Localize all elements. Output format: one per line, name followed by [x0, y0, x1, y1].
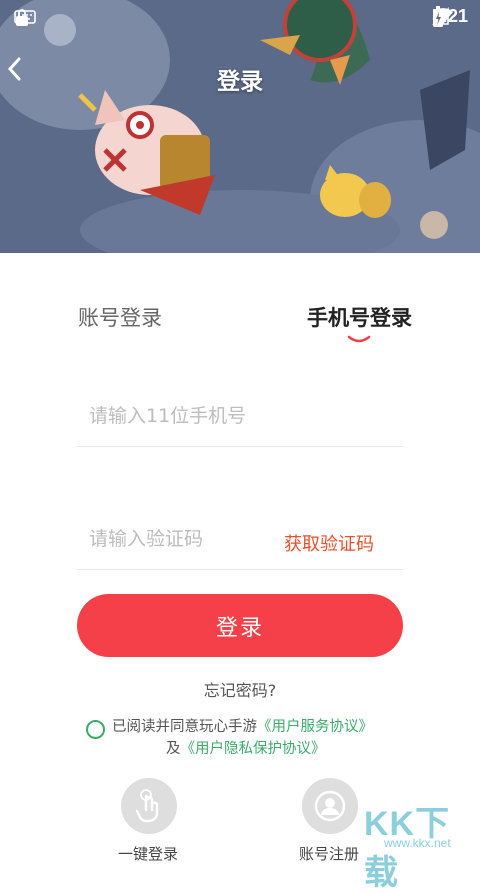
privacy-agreement-link[interactable]: 《用户隐私保护协议》	[181, 741, 326, 757]
tap-hand-icon	[135, 789, 159, 823]
user-icon	[314, 790, 346, 822]
code-field: 获取验证码	[77, 519, 403, 570]
active-tab-indicator	[347, 335, 371, 343]
tab-phone-login[interactable]: 手机号登录	[307, 302, 412, 332]
login-button[interactable]: 登录	[77, 594, 403, 657]
battery-icon	[432, 6, 443, 27]
agreement-joiner: 及	[166, 741, 181, 757]
cartoon-banner-image	[0, 0, 480, 253]
agreement-line-1: 已阅读并同意玩心手游《用户服务协议》	[112, 715, 373, 736]
agreement-line-2: 及《用户隐私保护协议》	[166, 737, 326, 758]
agreement-checkbox[interactable]	[86, 720, 105, 739]
get-code-button[interactable]: 获取验证码	[284, 530, 374, 556]
verification-code-input[interactable]	[77, 519, 289, 559]
header-illustration: 5:21 登录	[0, 0, 480, 253]
tab-account-login[interactable]: 账号登录	[78, 302, 162, 332]
nav-bar: 登录	[0, 52, 480, 102]
page-title: 登录	[217, 69, 263, 95]
forgot-password-link[interactable]: 忘记密码?	[0, 677, 480, 701]
site-watermark: KK下载 www.kkx.net	[362, 796, 480, 892]
phone-input[interactable]	[77, 396, 389, 436]
account-register-button[interactable]	[302, 778, 358, 834]
lock-icon	[16, 9, 28, 26]
phone-field	[77, 396, 403, 447]
service-agreement-link[interactable]: 《用户服务协议》	[257, 719, 373, 735]
agreement-prefix: 已阅读并同意玩心手游	[112, 719, 257, 735]
one-key-login-button[interactable]	[121, 778, 177, 834]
watermark-url: www.kkx.net	[384, 836, 451, 850]
status-bar: 5:21	[0, 0, 480, 34]
